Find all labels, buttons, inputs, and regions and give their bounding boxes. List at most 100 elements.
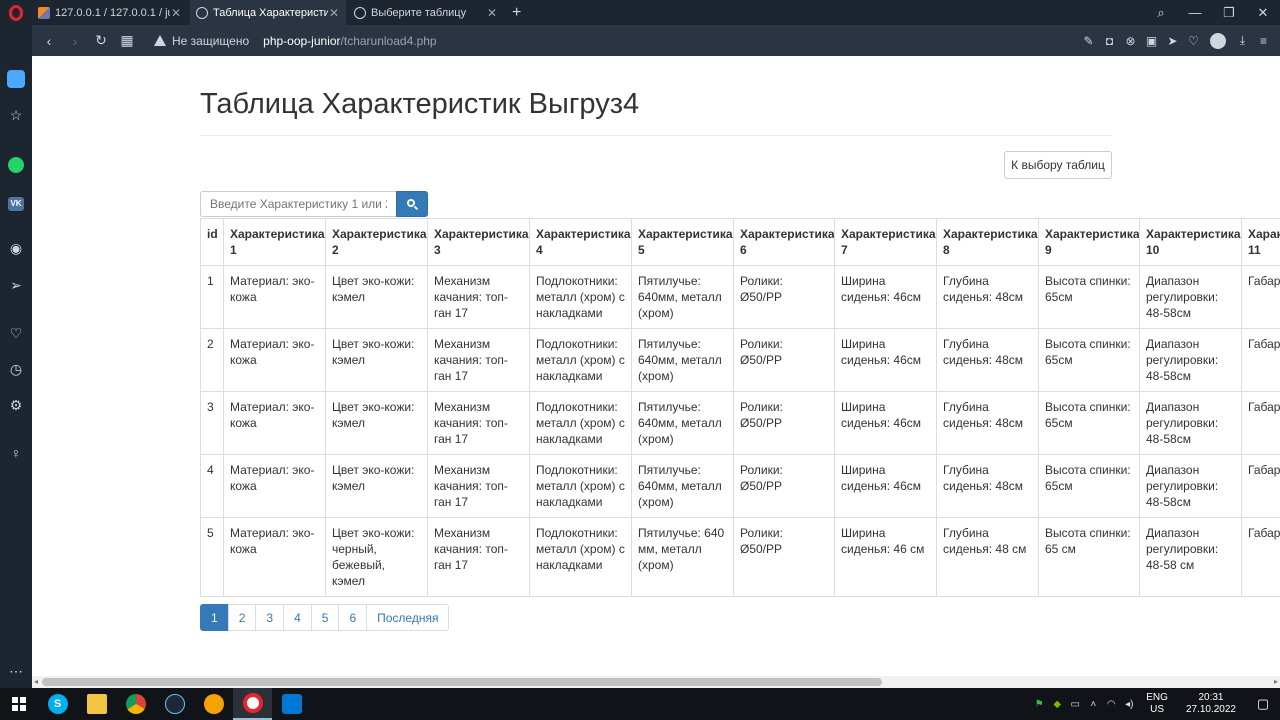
page-link-6[interactable]: 6: [338, 604, 368, 631]
lightbulb-icon[interactable]: ♀: [0, 445, 32, 461]
security-indicator[interactable]: Не защищено: [154, 34, 249, 48]
page-link-last[interactable]: Последняя: [366, 604, 450, 631]
new-tab-icon[interactable]: +: [512, 4, 521, 22]
address-bar-tools: ✎ ◘ ⊗ ▣ ➤ ♡ ⤓ ≡: [1078, 25, 1274, 56]
restore-icon[interactable]: ❐: [1212, 5, 1246, 21]
table-cell: Ролики: Ø50/PP: [733, 391, 835, 455]
page-link-3[interactable]: 3: [255, 604, 285, 631]
table-cell: Цвет эко-кожи: кэмел: [325, 391, 428, 455]
heart-sidebar-icon[interactable]: ♡: [0, 325, 32, 342]
column-header-4: Характеристика 4: [529, 218, 632, 266]
close-tab-icon[interactable]: ✕: [170, 6, 182, 20]
taskbar-chrome[interactable]: [116, 688, 155, 720]
reload-icon[interactable]: ↻: [88, 32, 114, 49]
search-icon: [406, 198, 418, 210]
steam-icon: [164, 694, 185, 714]
search-input[interactable]: [200, 191, 396, 217]
flag-icon[interactable]: ⚑: [1030, 699, 1048, 710]
table-cell: Диапазон регулировки: 48-58см: [1139, 328, 1242, 392]
header-label: Характеристика: [943, 227, 1038, 241]
table-cell: Ролики: Ø50/PP: [733, 517, 835, 597]
close-tab-icon[interactable]: ✕: [328, 6, 340, 20]
nvidia-icon[interactable]: ◆: [1048, 699, 1066, 710]
table-cell: Габар издел 55*61: [1241, 265, 1280, 329]
taskbar-opera[interactable]: [233, 688, 272, 720]
vk-icon[interactable]: VK: [0, 193, 32, 211]
language-indicator[interactable]: ENG US: [1146, 692, 1168, 716]
menu-icon[interactable]: ≡: [1253, 34, 1274, 48]
table-cell: Цвет эко-кожи: кэмел: [325, 265, 428, 329]
horizontal-scrollbar[interactable]: ◂ ▸: [32, 676, 1280, 688]
taskbar-vscode[interactable]: [272, 688, 311, 720]
address-bar: ‹ › ↻ ▦ Не защищено php-oop-junior/tchar…: [32, 25, 1280, 56]
download-icon[interactable]: ⤓: [1232, 33, 1253, 48]
tab-choose-table[interactable]: Выберите таблицу ✕: [348, 0, 504, 25]
adblock-icon[interactable]: ⊗: [1120, 34, 1141, 48]
send-icon[interactable]: ➤: [1162, 34, 1183, 48]
table-cell: Материал: эко-кожа: [223, 265, 326, 329]
back-arrow-icon[interactable]: ‹: [36, 33, 62, 49]
scroll-left-icon[interactable]: ◂: [34, 677, 38, 686]
settings-icon[interactable]: ⚙: [0, 397, 32, 414]
url-path: /tcharunload4.php: [340, 33, 437, 48]
forward-arrow-icon[interactable]: ›: [62, 33, 88, 49]
row-id-cell: 1: [200, 265, 224, 329]
whatsapp-icon[interactable]: [0, 157, 32, 176]
tab-phpmyadmin[interactable]: 127.0.0.1 / 127.0.0.1 / junio ✕: [32, 0, 188, 25]
more-icon[interactable]: ⋯: [0, 663, 32, 680]
title-divider: [200, 135, 1112, 136]
close-tab-icon[interactable]: ✕: [486, 6, 498, 20]
opera-menu-icon[interactable]: [0, 0, 32, 25]
table-cell: Подлокотники: металл (хром) с накладками: [529, 265, 632, 329]
back-to-tables-button[interactable]: К выбору таблиц: [1004, 151, 1112, 179]
column-header-2: Характеристика 2: [325, 218, 428, 266]
edit-icon[interactable]: ✎: [1078, 34, 1099, 48]
header-label: Характеристика: [230, 227, 325, 241]
page-link-1[interactable]: 1: [200, 604, 229, 631]
url-field[interactable]: php-oop-junior/tcharunload4.php: [263, 34, 436, 48]
close-window-icon[interactable]: ✕: [1246, 5, 1280, 21]
page-link-5[interactable]: 5: [310, 604, 340, 631]
heart-icon[interactable]: ♡: [1183, 34, 1204, 48]
search-tabs-icon[interactable]: ⌕: [1144, 5, 1178, 21]
security-label: Не защищено: [172, 33, 250, 48]
chevron-up-icon[interactable]: ˄: [1084, 699, 1102, 710]
table-cell: Глубина сиденья: 48см: [936, 391, 1039, 455]
tab-characteristics-table[interactable]: Таблица Характеристик Вы ✕: [190, 0, 346, 25]
page-link-2[interactable]: 2: [227, 604, 257, 631]
notifications-icon[interactable]: ▢: [1246, 696, 1280, 712]
start-button[interactable]: [0, 688, 38, 720]
history-icon[interactable]: ◷: [0, 361, 32, 378]
taskbar-discord[interactable]: [194, 688, 233, 720]
header-number: 2: [332, 243, 339, 257]
taskbar-skype[interactable]: S: [38, 688, 77, 720]
camera-icon[interactable]: ◘: [1099, 34, 1120, 48]
scroll-right-icon[interactable]: ▸: [1274, 677, 1278, 686]
header-label: Характеристика: [638, 227, 733, 241]
table-cell: Ширина сиденья: 46см: [834, 391, 937, 455]
star-icon[interactable]: ☆: [0, 107, 32, 124]
send-sidebar-icon[interactable]: ➢: [0, 277, 32, 294]
home-icon[interactable]: [0, 70, 32, 91]
table-cell: Материал: эко-кожа: [223, 391, 326, 455]
volume-icon[interactable]: ◂): [1120, 699, 1138, 710]
tab-title: 127.0.0.1 / 127.0.0.1 / junio: [55, 6, 170, 19]
scrollbar-thumb[interactable]: [42, 678, 882, 686]
taskbar-steam[interactable]: [155, 688, 194, 720]
page-link-4[interactable]: 4: [283, 604, 312, 631]
table-cell: Габар издел 55*61: [1241, 391, 1280, 455]
search-button[interactable]: [396, 191, 428, 217]
taskbar-file-explorer[interactable]: [77, 688, 116, 720]
minimize-icon[interactable]: —: [1178, 5, 1212, 20]
browser-tab-strip: 127.0.0.1 / 127.0.0.1 / junio ✕ Таблица …: [0, 0, 1280, 25]
page-title: Таблица Характеристик Выгруз4: [200, 88, 640, 120]
profile-avatar[interactable]: [1210, 32, 1226, 49]
wallet-icon[interactable]: ▣: [1141, 34, 1162, 48]
clock[interactable]: 20:31 27.10.2022: [1186, 692, 1236, 716]
table-cell: Высота спинки: 65см: [1038, 391, 1140, 455]
tabs-grid-icon[interactable]: ▦: [114, 32, 140, 49]
table-cell: Пятилучье: 640мм, металл (хром): [631, 454, 734, 518]
wifi-icon[interactable]: ◠: [1102, 699, 1120, 710]
network-icon[interactable]: ▭: [1066, 699, 1084, 710]
player-icon[interactable]: ◉: [0, 240, 32, 257]
